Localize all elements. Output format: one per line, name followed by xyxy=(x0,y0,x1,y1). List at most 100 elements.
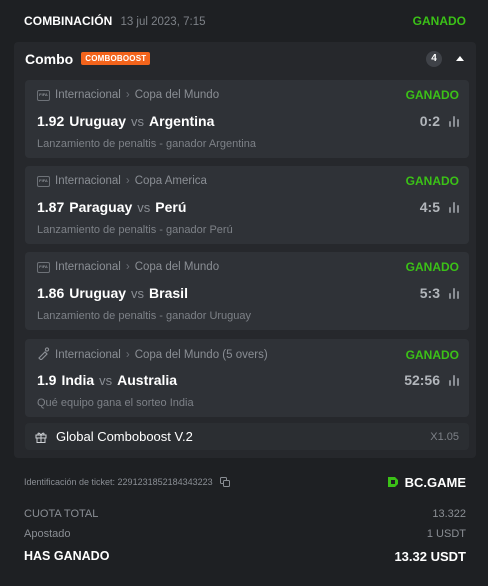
match-odds: 1.9 xyxy=(37,372,57,388)
bet-date: 13 jul 2023, 7:15 xyxy=(120,16,206,28)
match-header: FIFA Internacional › Copa del Mundo GANA… xyxy=(37,88,459,102)
stats-icon[interactable] xyxy=(449,374,459,386)
match-teams: 1.92 Uruguay vs Argentina xyxy=(37,113,214,129)
stake-row: Apostado 1 USDT xyxy=(24,524,466,544)
comboboost-row: Global Comboboost V.2 X1.05 xyxy=(25,423,469,450)
gift-icon xyxy=(35,431,47,443)
match-status: GANADO xyxy=(405,348,459,362)
match-odds: 1.92 xyxy=(37,113,65,129)
chevron-right-icon: › xyxy=(125,89,130,101)
stats-icon[interactable] xyxy=(449,287,459,299)
match-card: FIFA Internacional › Copa del Mundo GANA… xyxy=(25,80,469,158)
match-card: Internacional › Copa del Mundo (5 overs)… xyxy=(25,339,469,417)
combo-panel: Combo COMBOBOOST 4 FIFA Internacional › … xyxy=(14,42,476,458)
combo-header[interactable]: Combo COMBOBOOST 4 xyxy=(14,42,476,75)
total-odds-row: CUOTA TOTAL 13.322 xyxy=(24,504,466,524)
match-market: Qué equipo gana el sorteo India xyxy=(37,397,194,409)
score-area: 5:3 xyxy=(420,285,459,301)
match-score: 52:56 xyxy=(404,372,440,388)
score-area: 4:5 xyxy=(420,199,459,215)
stake-value: 1 USDT xyxy=(426,528,466,540)
away-team: Perú xyxy=(155,199,187,215)
match-score: 5:3 xyxy=(419,285,440,301)
fifa-icon: FIFA xyxy=(37,261,50,273)
match-main: 1.9 India vs Australia 52:56 xyxy=(37,372,459,388)
vs-label: vs xyxy=(137,200,151,215)
vs-label: vs xyxy=(99,373,113,388)
score-area: 0:2 xyxy=(420,113,459,129)
match-status: GANADO xyxy=(405,88,459,102)
vs-label: vs xyxy=(131,286,145,301)
match-status: GANADO xyxy=(405,260,459,274)
winnings-label: HAS GANADO xyxy=(24,549,110,563)
home-team: Uruguay xyxy=(69,285,127,301)
ticket-row: Identificación de ticket: 22912318521843… xyxy=(24,471,466,493)
home-team: Uruguay xyxy=(69,113,127,129)
fifa-icon: FIFA xyxy=(37,89,50,101)
match-header: FIFA Internacional › Copa America GANADO xyxy=(37,174,459,188)
combo-header-right: 4 xyxy=(426,50,464,67)
bet-totals: CUOTA TOTAL 13.322 Apostado 1 USDT HAS G… xyxy=(24,504,466,567)
bet-status: GANADO xyxy=(412,14,466,28)
competition-name: Copa del Mundo (5 overs) xyxy=(134,349,268,361)
competition-name: Copa del Mundo xyxy=(134,261,220,273)
match-teams: 1.86 Uruguay vs Brasil xyxy=(37,285,188,301)
match-score: 4:5 xyxy=(419,199,440,215)
match-league: FIFA Internacional › Copa del Mundo xyxy=(37,89,219,101)
bc-game-logo-icon xyxy=(386,475,400,489)
brand-name: BC.GAME xyxy=(404,474,466,490)
competition-name: Copa del Mundo xyxy=(134,89,220,101)
chevron-up-icon[interactable] xyxy=(456,56,464,61)
total-odds-label: CUOTA TOTAL xyxy=(24,508,99,520)
stats-icon[interactable] xyxy=(449,115,459,127)
match-main: 1.87 Paraguay vs Perú 4:5 xyxy=(37,199,459,215)
combo-header-left: Combo COMBOBOOST xyxy=(25,50,151,67)
vs-label: vs xyxy=(131,114,145,129)
match-league: Internacional › Copa del Mundo (5 overs) xyxy=(37,347,268,363)
winnings-value: 13.32 USDT xyxy=(394,548,466,564)
bet-type-title: COMBINACIÓN xyxy=(24,14,113,28)
match-league: FIFA Internacional › Copa del Mundo xyxy=(37,261,219,273)
ticket-id-label: Identificación de ticket: 22912318521843… xyxy=(24,477,213,487)
fifa-icon: FIFA xyxy=(37,175,50,187)
chevron-right-icon: › xyxy=(125,349,130,361)
chevron-right-icon: › xyxy=(125,261,130,273)
league-name: Internacional xyxy=(55,175,121,187)
match-header: FIFA Internacional › Copa del Mundo GANA… xyxy=(37,260,459,274)
league-name: Internacional xyxy=(55,89,121,101)
selection-count-badge: 4 xyxy=(426,50,442,67)
home-team: Paraguay xyxy=(69,199,133,215)
match-main: 1.86 Uruguay vs Brasil 5:3 xyxy=(37,285,459,301)
brand-logo: BC.GAME xyxy=(386,475,466,490)
home-team: India xyxy=(61,372,95,388)
chevron-right-icon: › xyxy=(125,175,130,187)
away-team: Argentina xyxy=(149,113,215,129)
header-left: COMBINACIÓN 13 jul 2023, 7:15 xyxy=(24,14,205,28)
away-team: Brasil xyxy=(149,285,188,301)
match-card: FIFA Internacional › Copa del Mundo GANA… xyxy=(25,252,469,330)
away-team: Australia xyxy=(117,372,178,388)
league-name: Internacional xyxy=(55,261,121,273)
combo-name: Combo xyxy=(25,50,74,67)
comboboost-badge: COMBOBOOST xyxy=(81,52,151,65)
match-odds: 1.87 xyxy=(37,199,65,215)
comboboost-multiplier: X1.05 xyxy=(430,430,459,443)
cricket-icon xyxy=(37,347,50,363)
ticket-id: Identificación de ticket: 22912318521843… xyxy=(24,477,230,487)
match-league: FIFA Internacional › Copa America xyxy=(37,175,207,187)
match-teams: 1.9 India vs Australia xyxy=(37,372,177,388)
match-score: 0:2 xyxy=(419,113,440,129)
stake-label: Apostado xyxy=(24,528,71,540)
match-teams: 1.87 Paraguay vs Perú xyxy=(37,199,186,215)
winnings-row: HAS GANADO 13.32 USDT xyxy=(24,545,466,567)
match-main: 1.92 Uruguay vs Argentina 0:2 xyxy=(37,113,459,129)
stats-icon[interactable] xyxy=(449,201,459,213)
match-market: Lanzamiento de penaltis - ganador Urugua… xyxy=(37,310,252,322)
copy-icon[interactable] xyxy=(219,477,230,487)
comboboost-left: Global Comboboost V.2 xyxy=(35,429,193,444)
match-odds: 1.86 xyxy=(37,285,65,301)
score-area: 52:56 xyxy=(404,372,459,388)
match-status: GANADO xyxy=(405,174,459,188)
match-market: Lanzamiento de penaltis - ganador Argent… xyxy=(37,138,256,150)
total-odds-value: 13.322 xyxy=(432,508,466,520)
